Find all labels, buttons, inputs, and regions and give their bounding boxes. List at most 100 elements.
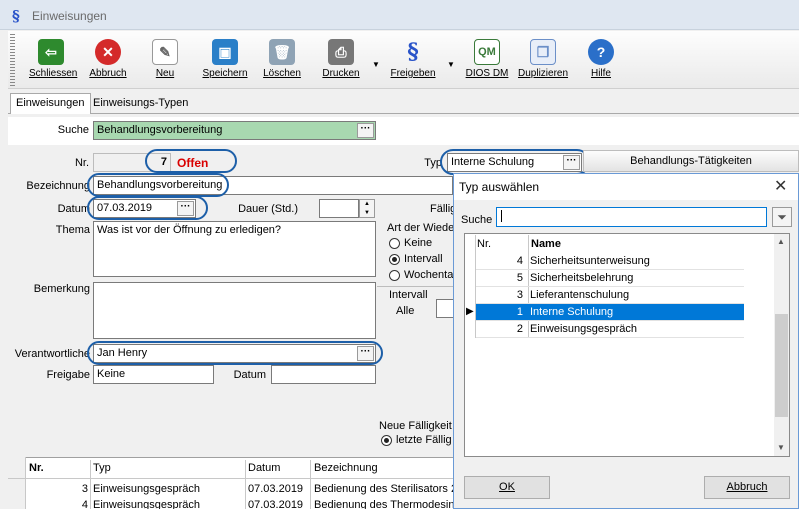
cancel-x-icon: ✕: [95, 39, 121, 65]
dios-dm-button[interactable]: QM DIOS DM: [463, 39, 511, 85]
behandlungs-taetigkeiten-button[interactable]: Behandlungs-Tätigkeiten: [583, 150, 799, 172]
highlight-nr-status: [145, 149, 237, 173]
highlight-typ: [440, 149, 590, 175]
window-titlebar: § Einweisungen: [0, 0, 799, 30]
list-item[interactable]: 2 Einweisungsgespräch: [476, 321, 744, 338]
list-item[interactable]: 3 Lieferantenschulung: [476, 287, 744, 304]
alle-label: Alle: [396, 305, 415, 317]
bemerkung-field[interactable]: [93, 282, 376, 339]
dialog-search-input[interactable]: [496, 207, 767, 227]
freigabe-label: Freigabe: [46, 369, 90, 381]
dialog-search-label: Suche: [461, 214, 493, 226]
dauer-spinner[interactable]: ▲ ▼: [359, 199, 375, 218]
list-header-name[interactable]: Name: [531, 238, 561, 250]
typ-label: Typ: [424, 157, 442, 169]
thema-label: Thema: [55, 224, 90, 236]
exit-door-icon: ⇦: [38, 39, 64, 65]
verantwortliche-label: Verantwortliche: [14, 348, 90, 360]
letzte-faelligkeit-label: letzte Fällig: [396, 434, 452, 446]
trash-icon: 🗑: [269, 39, 295, 65]
scrollbar-thumb[interactable]: [775, 314, 788, 417]
freigabe-datum-label: Datum: [233, 369, 266, 381]
new-button[interactable]: ✎ Neu: [148, 39, 182, 85]
duplicate-button[interactable]: ❐ Duplizieren: [518, 39, 568, 85]
section-sign-icon: §: [12, 7, 20, 25]
radio-letzte-faelligkeit[interactable]: [381, 435, 392, 446]
row-pointer-icon: ▶: [466, 306, 474, 317]
nr-label: Nr.: [74, 157, 89, 169]
ok-button[interactable]: OK: [464, 476, 550, 499]
thema-field[interactable]: Was ist vor der Öffnung zu erledigen?: [93, 221, 376, 277]
dialog-cancel-button[interactable]: Abbruch: [704, 476, 790, 499]
delete-button[interactable]: 🗑 Löschen: [262, 39, 302, 85]
dauer-field[interactable]: [319, 199, 359, 218]
grid-cell-typ: Einweisungsgespräch: [93, 499, 201, 509]
print-dropdown-icon[interactable]: ▼: [372, 60, 380, 69]
freigabe-datum-field[interactable]: [271, 365, 376, 384]
grid-cell-nr: 3: [81, 483, 88, 495]
radio-wochentag-label: Wochenta: [404, 269, 454, 281]
new-page-icon: ✎: [152, 39, 178, 65]
radio-intervall[interactable]: [389, 254, 400, 265]
scroll-down-icon[interactable]: ▼: [777, 443, 785, 452]
list-item[interactable]: 4 Sicherheitsunterweisung: [476, 253, 744, 270]
help-icon: ?: [588, 39, 614, 65]
grid-header-typ[interactable]: Typ: [93, 462, 111, 474]
cancel-button[interactable]: ✕ Abbruch: [88, 39, 128, 85]
grid-header-nr[interactable]: Nr.: [29, 462, 44, 474]
spin-down-icon[interactable]: ▼: [360, 209, 374, 218]
close-icon[interactable]: ✕: [774, 176, 787, 196]
highlight-verantwortliche: [87, 341, 383, 365]
filter-icon[interactable]: ⏷: [772, 207, 792, 227]
list-item[interactable]: 5 Sicherheitsbelehrung: [476, 270, 744, 287]
neue-faelligkeit-label: Neue Fälligkeit: [379, 420, 452, 432]
grid-cell-bezeichnung: Bedienung des Thermodesinfe: [314, 499, 464, 509]
search-lookup-button[interactable]: ···: [357, 123, 374, 138]
save-button[interactable]: ▣ Speichern: [202, 39, 248, 85]
highlight-datum: [87, 196, 208, 220]
radio-keine-label: Keine: [404, 237, 433, 249]
intervall-label: Intervall: [389, 289, 428, 301]
grid-col-divider: [245, 460, 246, 509]
grid-cell-nr: 4: [81, 499, 88, 509]
highlight-bezeichnung: [87, 173, 229, 197]
grid-header-divider: [8, 478, 454, 479]
list-header-nr[interactable]: Nr.: [477, 238, 491, 250]
scroll-up-icon[interactable]: ▲: [777, 237, 785, 246]
section-sign-icon: §: [407, 39, 419, 65]
tab-einweisungen[interactable]: Einweisungen: [10, 93, 91, 114]
search-input[interactable]: Behandlungsvorbereitung: [93, 121, 376, 140]
dialog-title: Typ auswählen: [459, 180, 540, 194]
save-disk-icon: ▣: [212, 39, 238, 65]
divider: [377, 286, 455, 287]
art-label: Art der Wieder: [387, 222, 458, 234]
close-button[interactable]: ⇦ Schliessen: [29, 39, 77, 85]
list-item-selected[interactable]: 1 Interne Schulung: [476, 304, 744, 321]
spin-up-icon[interactable]: ▲: [360, 200, 374, 209]
grid-cell-bezeichnung: Bedienung des Sterilisators 2: [314, 483, 458, 495]
bezeichnung-label: Bezeichnung: [26, 180, 90, 192]
radio-wochentag[interactable]: [389, 270, 400, 281]
release-button[interactable]: § Freigeben: [390, 39, 436, 85]
print-button[interactable]: ⎙ Drucken: [320, 39, 362, 85]
text-caret: [501, 210, 502, 222]
qm-pdf-icon: QM: [474, 39, 500, 65]
datum-label: Datum: [57, 203, 90, 215]
duplicate-icon: ❐: [530, 39, 556, 65]
freigabe-field[interactable]: Keine: [93, 365, 214, 384]
help-button[interactable]: ? Hilfe: [585, 39, 617, 85]
grid-cell-datum: 07.03.2019: [248, 499, 304, 509]
search-label: Suche: [57, 124, 89, 136]
dauer-label: Dauer (Std.): [238, 203, 298, 215]
grid-header-datum[interactable]: Datum: [248, 462, 280, 474]
tab-einweisungs-typen[interactable]: Einweisungs-Typen: [88, 94, 193, 114]
window-title: Einweisungen: [32, 9, 107, 23]
grid-header-bezeichnung[interactable]: Bezeichnung: [314, 462, 378, 474]
bemerkung-label: Bemerkung: [33, 283, 90, 295]
radio-keine[interactable]: [389, 238, 400, 249]
toolbar-grip[interactable]: [10, 34, 15, 86]
grid-col-divider: [90, 460, 91, 509]
release-dropdown-icon[interactable]: ▼: [447, 60, 455, 69]
printer-icon: ⎙: [328, 39, 354, 65]
grid-cell-typ: Einweisungsgespräch: [93, 483, 201, 495]
